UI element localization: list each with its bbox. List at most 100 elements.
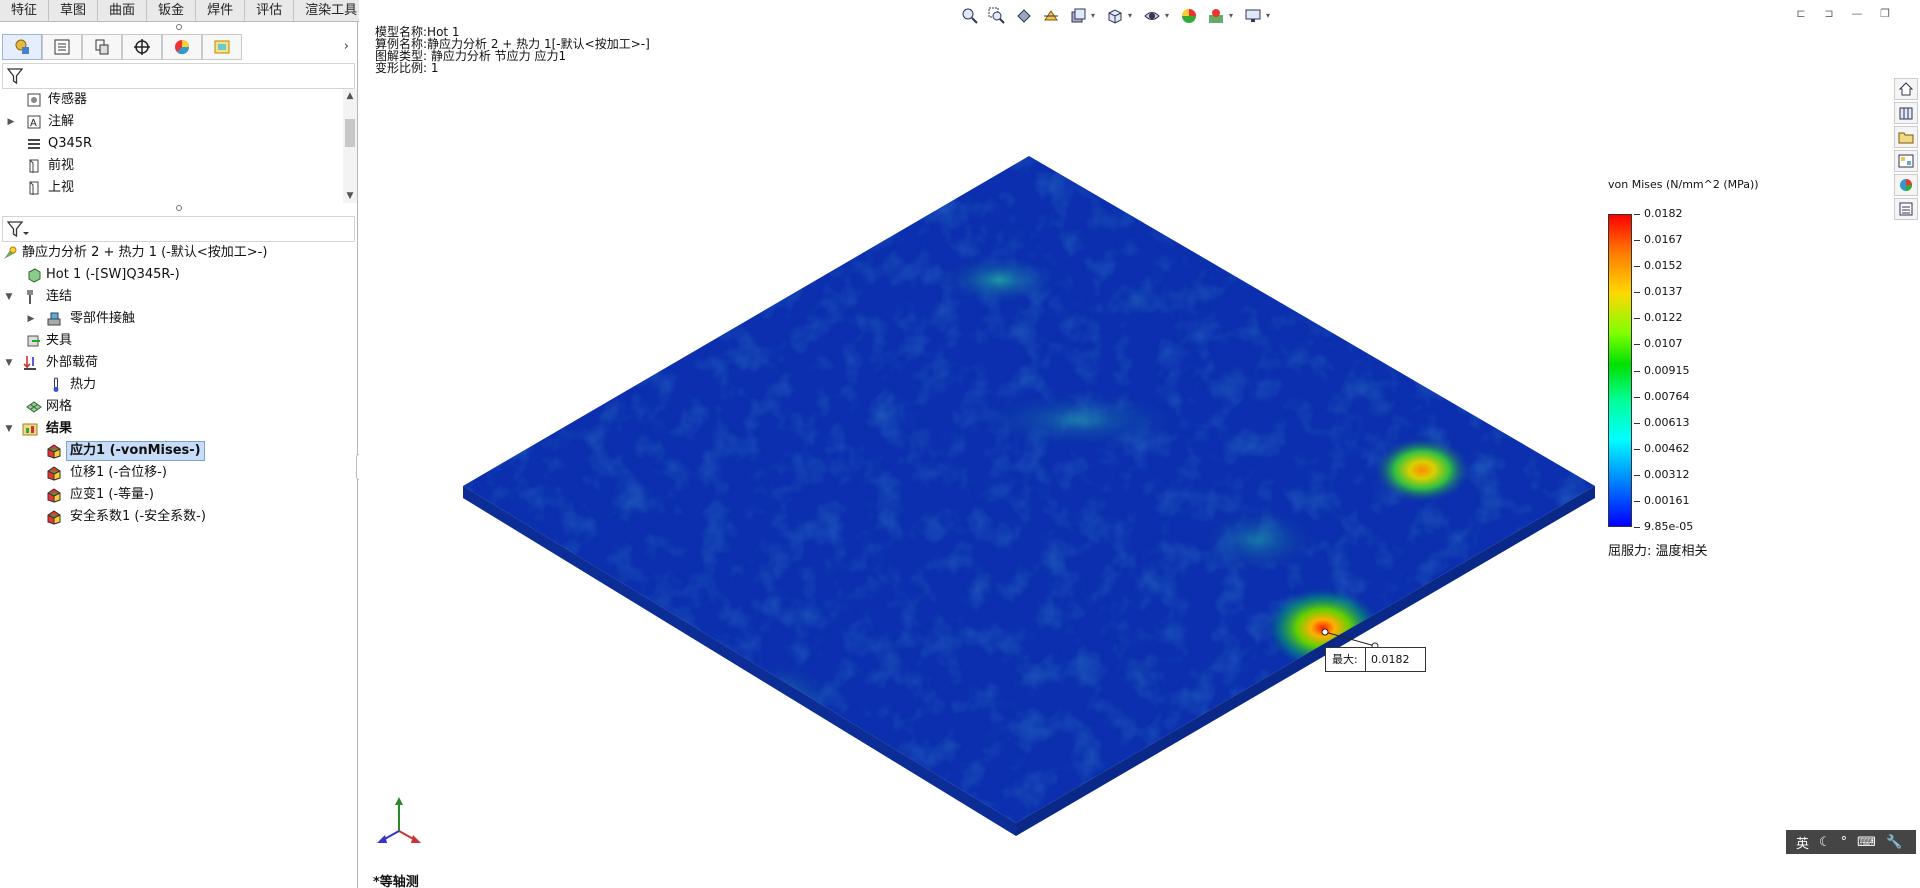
study-splitter[interactable] (0, 203, 357, 214)
display-manager-tab[interactable] (162, 34, 202, 60)
feature-tree-item[interactable]: ▶ A 注解 (0, 111, 357, 133)
graphics-viewport[interactable]: 模型名称:Hot 1 算例名称:静应力分析 2 + 热力 1[-默认<按加工>-… (359, 0, 1920, 888)
appearance-pie-icon (175, 40, 190, 55)
scrollbar-thumb[interactable] (345, 119, 355, 147)
thermal-load-node[interactable]: 热力 (0, 374, 357, 396)
stress-legend[interactable]: von Mises (N/mm^2 (MPa)) 0.0182 0.0167 0.0… (1608, 178, 1759, 559)
view-orientation-button[interactable]: ▾ (1104, 5, 1132, 27)
max-value-probe[interactable]: 最大: 0.0182 (1325, 647, 1426, 672)
expand-arrow-icon[interactable]: ▼ (4, 352, 14, 374)
tab-3[interactable]: 钣金 (147, 0, 197, 22)
result-plot-item[interactable]: 应变1 (-等量-) (0, 484, 357, 506)
feature-tree-label: 上视 (48, 180, 75, 195)
legend-value: 9.85e-05 (1644, 520, 1694, 533)
result-plot-label: 安全系数1 (-安全系数-) (70, 509, 206, 524)
feature-tree-item[interactable]: 前视 (0, 155, 357, 177)
result-plot-item[interactable]: 位移1 (-合位移-) (0, 462, 357, 484)
study-icon (4, 246, 17, 259)
appearance-button[interactable] (1178, 5, 1200, 27)
scene-button[interactable]: ▾ (1205, 5, 1233, 27)
part-node[interactable]: Hot 1 (-[SW]Q345R-) (0, 264, 357, 286)
legend-value: 0.0167 (1644, 233, 1683, 247)
simulation-tab[interactable] (202, 34, 242, 60)
more-tabs-arrow-icon[interactable]: › (344, 39, 349, 54)
expand-arrow-icon[interactable]: ▼ (4, 286, 14, 308)
dropdown-arrow-icon[interactable]: ▾ (1128, 11, 1132, 20)
ime-language-indicator[interactable]: 英 (1796, 833, 1809, 852)
tab-2[interactable]: 曲面 (98, 0, 148, 22)
solidworks-resources-tab[interactable] (1894, 78, 1918, 100)
dimxpert-tab[interactable] (122, 34, 162, 60)
dropdown-arrow-icon[interactable]: ▾ (1165, 11, 1169, 20)
legend-tick (1634, 344, 1640, 346)
tab-5[interactable]: 评估 (245, 0, 295, 22)
section-view-button[interactable] (1040, 5, 1062, 27)
collapse-arrow-icon[interactable]: ▶ (26, 308, 36, 330)
feature-tree-filter[interactable] (2, 63, 355, 89)
dropdown-arrow-icon[interactable]: ▾ (1091, 11, 1095, 20)
result-plot-item[interactable]: 应力1 (-vonMises-) (0, 440, 357, 462)
legend-tick (1634, 214, 1640, 215)
minimize-icon[interactable]: — (1850, 7, 1864, 21)
view-cube-icon (1108, 9, 1122, 24)
dropdown-arrow-icon[interactable]: ▾ (1266, 11, 1270, 20)
feature-tree-item[interactable]: 传感器 (0, 89, 357, 111)
configuration-icon (95, 39, 109, 55)
expand-arrow-icon[interactable]: ▼ (4, 418, 14, 440)
fixtures-label: 夹具 (46, 333, 73, 348)
feature-tree-item[interactable]: 上视 (0, 177, 357, 199)
tab-1[interactable]: 草图 (49, 0, 99, 22)
scroll-up-icon[interactable]: ▲ (343, 91, 357, 101)
section-view-icon (1044, 10, 1058, 21)
collapse-arrow-icon[interactable]: ▶ (6, 111, 16, 133)
configuration-manager-tab[interactable] (82, 34, 122, 60)
result-plot-item[interactable]: 安全系数1 (-安全系数-) (0, 506, 357, 528)
connections-node[interactable]: ▼ 连结 (0, 286, 357, 308)
view-palette-tab[interactable] (1894, 150, 1918, 172)
result-plot-label: 应变1 (-等量-) (70, 487, 154, 502)
wrench-icon[interactable]: 🔧 (1886, 835, 1902, 850)
restore-icon[interactable]: ❐ (1878, 7, 1892, 21)
window-controls: ⊏ ⊐ — ❐ (1794, 7, 1892, 21)
design-library-tab[interactable] (1894, 102, 1918, 124)
expand-panel-icon[interactable]: ⊐ (1822, 7, 1836, 21)
display-style-button[interactable]: ▾ (1141, 5, 1169, 27)
property-manager-tab[interactable] (42, 34, 82, 60)
dropdown-arrow-icon[interactable]: ▾ (1229, 11, 1233, 20)
tab-6[interactable]: 渲染工具 (294, 0, 370, 22)
contact-node[interactable]: ▶ 零部件接触 (0, 308, 357, 330)
appearances-tab[interactable] (1894, 174, 1918, 196)
loads-node[interactable]: ▼ 外部载荷 (0, 352, 357, 374)
view-settings-button[interactable]: ▾ (1242, 5, 1270, 27)
part-icon (28, 268, 41, 283)
mesh-label: 网格 (46, 399, 73, 414)
custom-properties-tab[interactable] (1894, 198, 1918, 220)
legend-tick (1634, 396, 1640, 398)
feature-tree-item[interactable]: Q345R (0, 133, 357, 155)
legend-value: 0.00764 (1644, 389, 1690, 403)
tab-0[interactable]: 特征 (0, 0, 50, 22)
dynamic-annotation-button[interactable]: ▾ (1067, 5, 1095, 27)
feature-manager-tabs: › (0, 33, 357, 61)
part-label: Hot 1 (-[SW]Q345R-) (46, 267, 180, 282)
tab-4[interactable]: 焊件 (196, 0, 246, 22)
feature-tree-scrollbar[interactable]: ▲ ▼ (343, 89, 357, 203)
legend-value: 0.00613 (1644, 415, 1690, 429)
results-node[interactable]: ▼ 结果 (0, 418, 357, 440)
keyboard-icon[interactable]: ⌨ (1857, 835, 1876, 850)
collapse-panel-icon[interactable]: ⊏ (1794, 7, 1808, 21)
mesh-node[interactable]: 网格 (0, 396, 357, 418)
fixtures-node[interactable]: 夹具 (0, 330, 357, 352)
panel-splitter[interactable] (0, 22, 357, 33)
custom-properties-icon (1899, 202, 1913, 216)
thermal-label: 热力 (70, 377, 97, 392)
moon-icon[interactable]: ☾ (1819, 835, 1831, 850)
study-node[interactable]: 静应力分析 2 + 热力 1 (-默认<按加工>-) (0, 242, 357, 264)
zoom-area-button[interactable] (986, 5, 1008, 27)
scroll-down-icon[interactable]: ▼ (343, 191, 357, 201)
feature-manager-tab[interactable] (2, 34, 42, 60)
study-tree-filter[interactable] (2, 216, 355, 242)
file-explorer-tab[interactable] (1894, 126, 1918, 148)
zoom-to-fit-button[interactable] (959, 5, 981, 27)
previous-view-button[interactable] (1013, 5, 1035, 27)
